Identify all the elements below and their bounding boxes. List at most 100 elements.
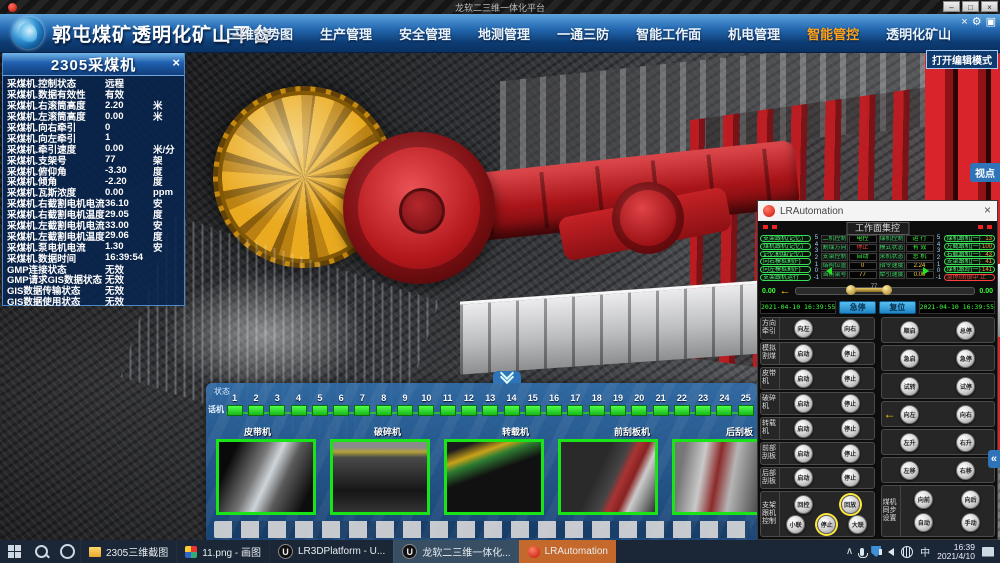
control-button[interactable]: 停止 (841, 468, 860, 487)
channel-item[interactable]: 9 (394, 393, 415, 416)
channel-item[interactable]: 2 (245, 393, 266, 416)
control-button[interactable]: 停止 (841, 394, 860, 413)
mode-pill-button[interactable]: 煤机跟机(记忆) (760, 243, 811, 250)
nav-menu-item[interactable]: 智能管控 (807, 24, 859, 43)
control-button[interactable]: 大联 (848, 515, 867, 534)
mode-pill-button[interactable]: 向右模拟割(F) (760, 258, 811, 265)
mode-pill-button[interactable]: 急停/闭锁中 止 (944, 274, 995, 281)
control-button[interactable]: 停止 (841, 444, 860, 463)
control-button[interactable]: 向右 (841, 319, 860, 338)
nav-menu-item[interactable]: 生产管理 (320, 24, 372, 43)
open-edit-mode-button[interactable]: 打开编辑模式 (926, 50, 998, 69)
mode-pill-button[interactable]: 支架跟机(一) 41 (944, 258, 995, 265)
network-icon[interactable] (901, 546, 913, 558)
restore-icon[interactable]: ▣ (986, 15, 996, 29)
nav-menu-item[interactable]: 机电管理 (728, 24, 780, 43)
taskbar-item-paint[interactable]: 11.png - 画图 (176, 540, 269, 563)
control-button[interactable]: 试转 (900, 377, 919, 396)
control-button[interactable]: 向后 (961, 490, 980, 509)
control-button[interactable]: 启动 (794, 394, 813, 413)
search-icon[interactable] (28, 540, 54, 563)
control-button[interactable]: 向右 (956, 405, 975, 424)
estop-button[interactable]: 急停 (839, 301, 876, 314)
minimize-button[interactable]: – (943, 1, 960, 12)
channel-item[interactable]: 17 (565, 393, 586, 416)
speaker-icon[interactable] (888, 548, 894, 556)
channel-item[interactable]: 8 (373, 393, 394, 416)
control-button[interactable]: 左移 (900, 461, 919, 480)
mode-pill-button[interactable]: 左截跟机(一) 100 (944, 243, 995, 250)
control-button[interactable]: 停止 (841, 369, 860, 388)
slider-track[interactable]: 77 (795, 287, 976, 295)
control-button[interactable]: 启动 (794, 369, 813, 388)
channel-item[interactable]: 12 (458, 393, 479, 416)
control-button[interactable]: 总停 (956, 321, 975, 340)
channel-item[interactable]: 7 (352, 393, 373, 416)
cortana-icon[interactable] (54, 540, 80, 563)
control-button[interactable]: 试停 (956, 377, 975, 396)
control-button[interactable]: 向左 (900, 405, 919, 424)
camera-thumbnail[interactable] (444, 439, 544, 515)
control-button[interactable]: 向左 (794, 319, 813, 338)
channel-item[interactable]: 1 (224, 393, 245, 416)
channel-item[interactable]: 3 (267, 393, 288, 416)
nav-menu-item[interactable]: 地测管理 (478, 24, 530, 43)
notification-icon[interactable] (982, 547, 994, 557)
channel-item[interactable]: 11 (437, 393, 458, 416)
taskbar-item-lr3dplatform[interactable]: U LR3DPlatform - U... (269, 540, 393, 563)
ime-indicator[interactable]: 中 (920, 544, 930, 559)
control-button[interactable]: 停止 (841, 344, 860, 363)
mode-pill-button[interactable]: 右截跟机(一) 43 (944, 251, 995, 258)
mode-pill-button[interactable]: 支架跟机(记忆) (760, 235, 811, 242)
channel-item[interactable]: 19 (607, 393, 628, 416)
camera-thumbnail[interactable] (558, 439, 658, 515)
channel-item[interactable]: 21 (650, 393, 671, 416)
channel-item[interactable]: 10 (416, 393, 437, 416)
collapse-panel-tab[interactable]: « (988, 450, 1000, 468)
control-button[interactable]: 自动 (914, 513, 933, 532)
control-button[interactable]: 停止 (841, 419, 860, 438)
control-button[interactable]: 回放 (841, 495, 860, 514)
taskbar-clock[interactable]: 16:39 2021/4/10 (937, 543, 975, 561)
channel-item[interactable]: 25 (735, 393, 756, 416)
slider-handle[interactable] (846, 285, 892, 295)
viewpoint-tab[interactable]: 视点 (970, 163, 1000, 182)
control-button[interactable]: 向前 (914, 490, 933, 509)
control-button[interactable]: 右移 (956, 461, 975, 480)
control-button[interactable]: 小联 (786, 515, 805, 534)
close-icon[interactable]: × (172, 55, 180, 70)
lra-titlebar[interactable]: LRAutomation × (758, 201, 997, 221)
chevron-down-icon[interactable] (493, 371, 521, 383)
nav-menu-item[interactable]: 安全管理 (399, 24, 451, 43)
start-button[interactable] (0, 540, 28, 563)
channel-item[interactable]: 23 (693, 393, 714, 416)
camera-thumbnail[interactable] (330, 439, 430, 515)
channel-item[interactable]: 15 (522, 393, 543, 416)
channel-item[interactable]: 16 (543, 393, 564, 416)
control-button[interactable]: 左升 (900, 433, 919, 452)
control-button[interactable]: 右升 (956, 433, 975, 452)
control-button[interactable]: 启动 (794, 419, 813, 438)
taskbar-item-platform-active[interactable]: U 龙软二三维一体化... (393, 540, 518, 563)
tool-icon[interactable]: × (961, 15, 967, 29)
nav-menu-item[interactable]: 一通三防 (557, 24, 609, 43)
mic-icon[interactable] (860, 548, 864, 556)
channel-item[interactable]: 20 (629, 393, 650, 416)
mode-pill-button[interactable]: 支架跟机运行 (760, 274, 811, 281)
control-button[interactable]: 启动 (794, 344, 813, 363)
close-icon[interactable]: × (984, 203, 991, 217)
control-button[interactable]: 顺启 (900, 321, 919, 340)
channel-item[interactable]: 4 (288, 393, 309, 416)
maximize-button[interactable]: □ (962, 1, 979, 12)
channel-item[interactable]: 22 (671, 393, 692, 416)
channel-item[interactable]: 18 (586, 393, 607, 416)
camera-thumbnail[interactable] (216, 439, 316, 515)
control-button[interactable]: 启动 (794, 444, 813, 463)
mode-pill-button[interactable]: 煤机跟踪(一) 141 (944, 266, 995, 273)
control-button[interactable]: 启动 (794, 468, 813, 487)
tray-expand-icon[interactable]: ∧ (846, 546, 853, 557)
channel-item[interactable]: 6 (330, 393, 351, 416)
control-button[interactable]: 停止 (817, 515, 836, 534)
workface-control-tab[interactable]: 工作面集控 (846, 222, 909, 235)
channel-item[interactable]: 14 (501, 393, 522, 416)
